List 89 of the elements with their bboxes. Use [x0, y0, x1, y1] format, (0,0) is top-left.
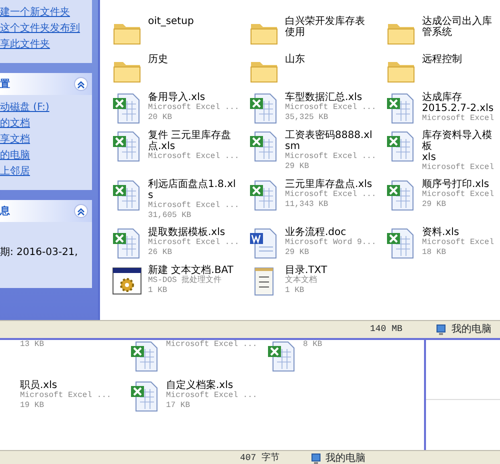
file-type: MS-DOS 批处理文件	[148, 276, 223, 286]
file-type: Microsoft Excel ...	[285, 190, 376, 200]
file-name: 达成公司出入库管系统	[422, 16, 493, 38]
file-name: 三元里库存盘点.xls	[285, 179, 374, 190]
file-name: 复件 三元里库存盘点.xls	[148, 130, 232, 152]
file-type: Microsoft Excel	[422, 114, 494, 124]
file-type: Microsoft Excel ...	[148, 103, 240, 113]
file-name: 备用导入.xls	[148, 92, 206, 103]
file-type: Microsoft Excel ...	[148, 201, 240, 211]
file-name: 库存资料导入模板 xls	[422, 130, 493, 163]
file-type: Microsoft Excel	[422, 190, 494, 200]
file-name: 利远店面盘点1.8.xls	[148, 179, 237, 201]
computer-icon	[435, 324, 448, 336]
file-size: 31,605 KB	[148, 211, 192, 221]
sidebar-link[interactable]: 享文档	[0, 132, 92, 148]
sidebar-link[interactable]: 的文档	[0, 116, 92, 132]
spreadsheet-icon	[112, 227, 142, 259]
file-name: 工资表密码8888.xlsm	[285, 130, 374, 152]
collapse-chevron-icon[interactable]	[74, 77, 88, 91]
file-name: 历史	[148, 54, 168, 65]
status-size: 140 MB	[370, 322, 402, 336]
file-size: 1 KB	[148, 286, 168, 296]
spreadsheet-icon	[386, 227, 416, 259]
document-icon	[249, 227, 279, 259]
collapse-chevron-icon[interactable]	[74, 204, 88, 218]
gear-window-icon	[112, 265, 142, 297]
file-size: 18 KB	[422, 248, 448, 258]
file-type: Microsoft Excel	[422, 238, 494, 248]
file-size: 29 KB	[285, 162, 310, 172]
file-name: 车型数据汇总.xls	[285, 92, 364, 103]
file-size: 26 KB	[148, 248, 174, 258]
file-name: 远程控制	[422, 54, 462, 65]
status-size: 407 字节	[240, 452, 280, 464]
file-type: Microsoft Excel ...	[285, 103, 376, 113]
file-type: Microsoft Excel ...	[285, 152, 376, 162]
sidebar-link[interactable]: 动磁盘 (F:)	[0, 100, 92, 116]
file-name: oit_setup	[148, 16, 194, 27]
status-location: 我的电脑	[326, 452, 366, 464]
file-name: 新建 文本文档.BAT	[148, 265, 234, 276]
sidebar-link[interactable]: 这个文件夹发布到	[0, 21, 92, 37]
file-size: 1 KB	[285, 286, 306, 296]
spreadsheet-icon	[249, 92, 279, 124]
file-type: Microsoft Excel ...	[20, 391, 112, 401]
sidebar-link[interactable]: 上邻居	[0, 164, 92, 180]
file-type: Microsoft Excel ...	[166, 340, 258, 350]
spreadsheet-icon	[130, 380, 160, 412]
spreadsheet-icon	[249, 130, 279, 162]
file-name: 达成库存 2015.2.7-2.xls	[422, 92, 494, 114]
file-name: 目录.TXT	[285, 265, 328, 276]
detail-text: 期: 2016-03-21,	[0, 246, 79, 260]
sidebar-link[interactable]: 享此文件夹	[0, 37, 92, 53]
computer-icon	[310, 452, 322, 464]
file-type: Microsoft Excel ...	[166, 391, 258, 401]
spreadsheet-icon	[386, 130, 416, 162]
spreadsheet-icon	[386, 179, 416, 211]
file-name: 业务流程.doc	[285, 227, 348, 238]
file-size: 8 KB	[303, 340, 322, 350]
file-name: 顺序号打印.xls	[422, 179, 490, 190]
status-location: 我的电脑	[451, 322, 492, 337]
panel-title: 置	[0, 78, 10, 92]
file-type: 文本文档	[285, 276, 318, 286]
file-name: 自定义档案.xls	[166, 380, 234, 391]
file-type: Microsoft Word 9...	[285, 238, 376, 248]
file-size: 29 KB	[285, 248, 310, 258]
file-size: 29 KB	[422, 200, 448, 210]
spreadsheet-icon	[249, 179, 279, 211]
file-size: 13 KB	[20, 340, 44, 350]
file-size: 20 KB	[148, 113, 174, 123]
spreadsheet-icon	[112, 92, 142, 124]
file-name: 提取数据模板.xls	[148, 227, 226, 238]
file-type: Microsoft Excel ...	[148, 238, 240, 248]
file-size: 17 KB	[166, 401, 192, 411]
spreadsheet-icon	[112, 130, 142, 162]
file-size: 11,343 KB	[285, 200, 330, 210]
sidebar-link[interactable]: 建一个新文件夹	[0, 5, 92, 21]
spreadsheet-icon	[386, 92, 416, 124]
file-size: 19 KB	[20, 401, 46, 411]
spreadsheet-icon	[130, 340, 160, 372]
file-name: 资料.xls	[422, 227, 460, 238]
spreadsheet-icon	[112, 179, 142, 211]
file-type: Microsoft Excel ...	[148, 152, 240, 162]
panel-title: 息	[0, 204, 10, 218]
file-name: 白兴荣开发库存表使用	[285, 16, 366, 38]
spreadsheet-icon	[267, 340, 297, 372]
file-name: 职员.xls	[20, 380, 58, 391]
file-size: 35,325 KB	[285, 113, 330, 123]
sidebar-link[interactable]: 的电脑	[0, 148, 92, 164]
file-name: 山东	[285, 54, 305, 65]
file-type: Microsoft Excel	[422, 163, 496, 173]
